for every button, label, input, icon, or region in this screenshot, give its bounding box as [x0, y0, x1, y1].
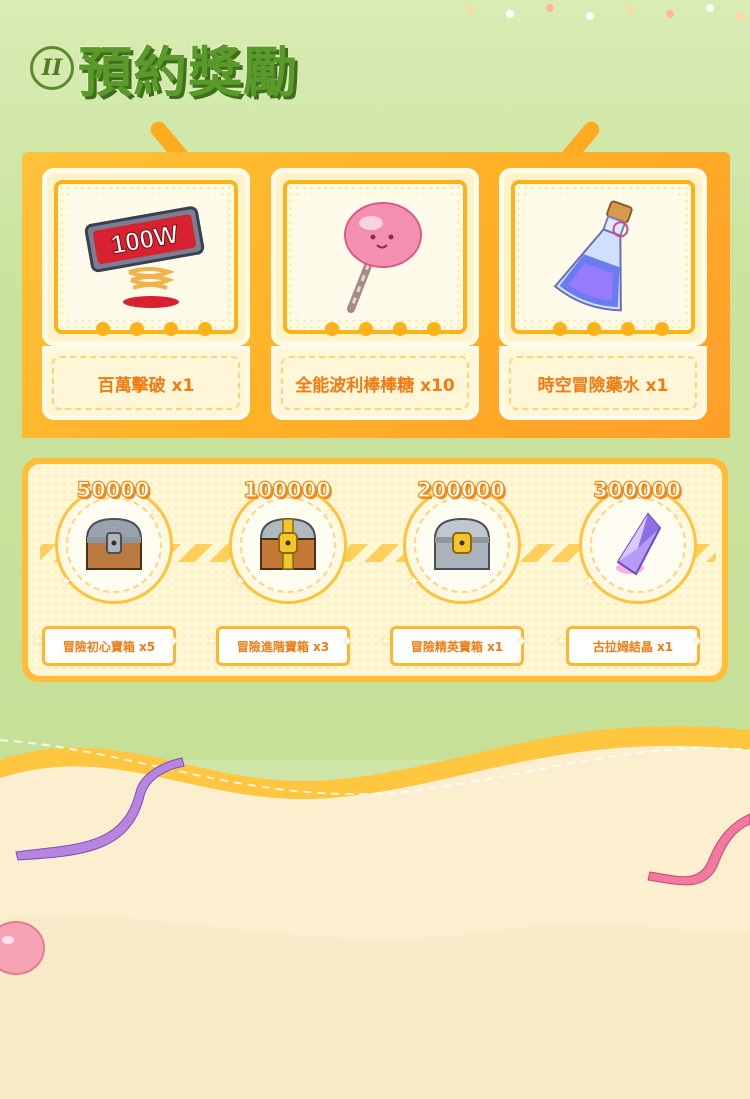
section-header: II 預約獎勵 — [30, 28, 298, 107]
reward-card[interactable]: 100W 百萬擊破 x1 — [42, 168, 250, 420]
sparkle-icon: ✦ — [168, 634, 180, 650]
milestone-item[interactable]: 200000 冒險精英寶箱 x1 ✦ ✦ ✦ ✦ — [380, 477, 536, 668]
crystal-icon — [616, 512, 662, 576]
pink-poring-decoration — [0, 921, 45, 975]
milestone-count: 300000 — [593, 477, 682, 502]
milestone-count: 100000 — [243, 477, 332, 502]
potion-icon — [553, 200, 633, 312]
sparkle-icon: ✦ — [60, 574, 72, 590]
bronze-chest-icon — [85, 517, 143, 570]
milestone-label: 冒險初心寶箱 x5 — [42, 626, 176, 666]
string-lights-decoration — [466, 4, 744, 20]
reward-label: 全能波利棒棒糖 x10 — [271, 346, 479, 420]
pink-ribbon-decoration — [647, 813, 750, 886]
sparkle-icon: ✦ — [498, 506, 510, 522]
sparkle-icon: ✦ — [380, 634, 392, 650]
milestone-item[interactable]: 300000 古拉姆結晶 x1 ✦ ✦ ✦ ✦ — [556, 477, 712, 668]
sparkle-icon: ✦ — [584, 574, 596, 590]
sparkle-icon: ✦ — [234, 574, 246, 590]
milestone-count: 200000 — [417, 477, 506, 502]
milestone-item[interactable]: 50000 冒險初心寶箱 x5 ✦ ✦ ✦ ✦ — [32, 477, 188, 668]
milestone-ring — [403, 486, 521, 604]
sparkle-icon: ✦ — [408, 574, 420, 590]
sparkle-icon: ✦ — [516, 634, 528, 650]
sparkle-icon: ✦ — [324, 506, 336, 522]
reward-image-frame — [271, 168, 479, 346]
reward-label: 百萬擊破 x1 — [42, 346, 250, 420]
milestone-count: 50000 — [76, 477, 150, 502]
reward-image-frame: 100W — [42, 168, 250, 346]
milestone-ring — [579, 486, 697, 604]
milestone-label: 冒險進階寶箱 x3 — [216, 626, 350, 666]
lollipop-icon — [344, 202, 422, 313]
reward-image-frame — [499, 168, 707, 346]
silver-chest-icon — [433, 517, 491, 570]
sparkle-icon: ✦ — [674, 506, 686, 522]
sparkle-icon: ✦ — [556, 634, 568, 650]
sparkle-icon: ✦ — [692, 634, 704, 650]
milestone-ring — [55, 486, 173, 604]
section-number-badge: II — [30, 45, 74, 90]
sparkle-icon: ✦ — [342, 634, 354, 650]
milestone-label: 冒險精英寶箱 x1 — [390, 626, 524, 666]
milestone-label: 古拉姆結晶 x1 — [566, 626, 700, 666]
sparkle-icon: ✦ — [150, 506, 162, 522]
sparkle-icon: ✦ — [32, 634, 44, 650]
reward-card[interactable]: 時空冒險藥水 x1 — [499, 168, 707, 420]
section-title: 預約獎勵 — [78, 41, 298, 104]
purple-ribbon-decoration — [15, 757, 185, 861]
gold-chest-icon — [259, 517, 317, 570]
100w-sign-icon: 100W — [84, 206, 205, 308]
milestone-ring — [229, 486, 347, 604]
reward-label: 時空冒險藥水 x1 — [499, 346, 707, 420]
milestone-item[interactable]: 100000 冒險進階寶箱 x3 ✦ ✦ ✦ ✦ — [206, 477, 362, 668]
sparkle-icon: ✦ — [206, 634, 218, 650]
reward-card[interactable]: 全能波利棒棒糖 x10 — [271, 168, 479, 420]
